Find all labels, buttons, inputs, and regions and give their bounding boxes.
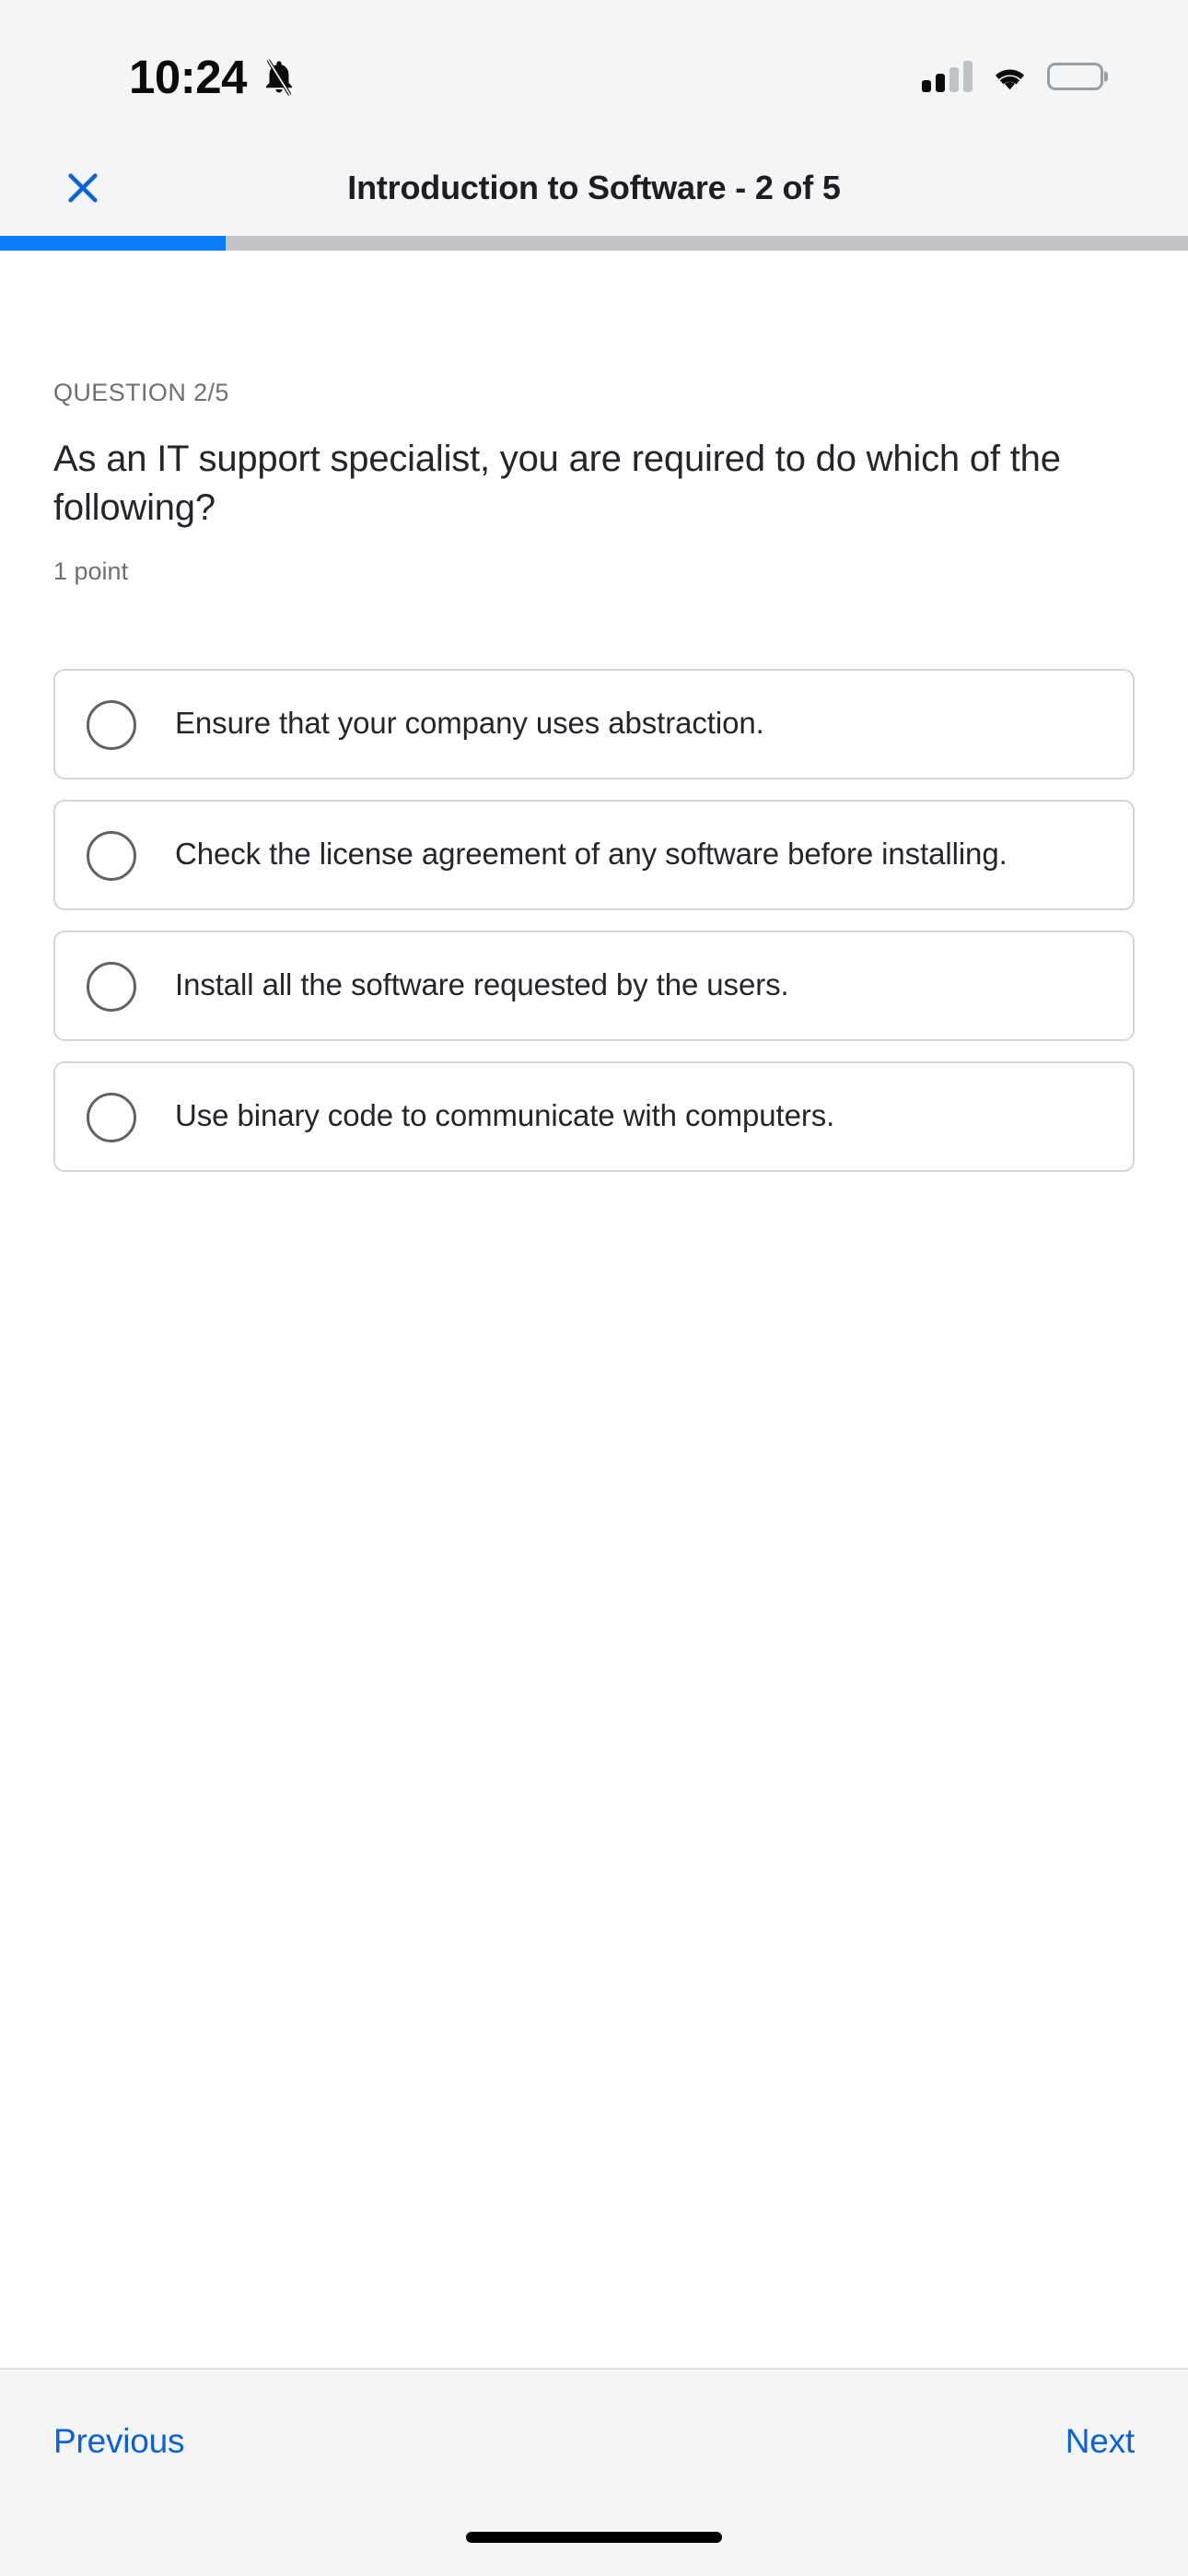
previous-button[interactable]: Previous <box>53 2422 185 2461</box>
answer-option-label: Check the license agreement of any softw… <box>175 836 1007 871</box>
answer-option-1[interactable]: Ensure that your company uses abstractio… <box>53 668 1135 779</box>
home-indicator-area <box>0 2513 1188 2576</box>
radio-button-icon[interactable] <box>87 699 136 750</box>
wifi-icon <box>989 61 1031 92</box>
page-title: Introduction to Software - 2 of 5 <box>347 169 841 206</box>
bottom-navigation-bar: Previous Next <box>0 2368 1188 2513</box>
home-indicator[interactable] <box>466 2532 722 2543</box>
next-button[interactable]: Next <box>1066 2422 1135 2461</box>
radio-button-icon[interactable] <box>87 1092 136 1142</box>
answer-option-label: Ensure that your company uses abstractio… <box>175 705 764 740</box>
answer-option-2[interactable]: Check the license agreement of any softw… <box>53 799 1135 910</box>
status-time: 10:24 <box>129 50 247 103</box>
answer-options: Ensure that your company uses abstractio… <box>53 668 1135 1172</box>
progress-bar-fill <box>0 236 227 251</box>
close-button[interactable] <box>55 160 111 216</box>
radio-button-icon[interactable] <box>87 961 136 1012</box>
quiz-screen: 10:24 Introduction to Software - 2 of 5 … <box>0 0 1188 2576</box>
question-text: As an IT support specialist, you are req… <box>53 439 1061 528</box>
quiz-content: QUESTION 2/5 As an IT support specialist… <box>0 251 1188 2368</box>
answer-option-3[interactable]: Install all the software requested by th… <box>53 930 1135 1041</box>
answer-option-label: Install all the software requested by th… <box>175 966 789 1001</box>
radio-button-icon[interactable] <box>87 830 136 881</box>
bell-slash-icon <box>260 56 298 97</box>
progress-bar <box>0 236 1188 251</box>
question-counter: QUESTION 2/5 <box>53 379 229 406</box>
answer-option-label: Use binary code to communicate with comp… <box>175 1097 835 1132</box>
question-points: 1 point <box>53 556 129 585</box>
status-bar: 10:24 <box>0 0 1188 140</box>
cellular-signal-icon <box>922 61 973 92</box>
nav-header: Introduction to Software - 2 of 5 <box>0 140 1188 236</box>
battery-icon <box>1047 63 1103 90</box>
close-icon <box>68 173 98 203</box>
answer-option-4[interactable]: Use binary code to communicate with comp… <box>53 1060 1135 1172</box>
status-bar-left: 10:24 <box>0 53 298 100</box>
status-bar-right <box>922 61 1103 92</box>
